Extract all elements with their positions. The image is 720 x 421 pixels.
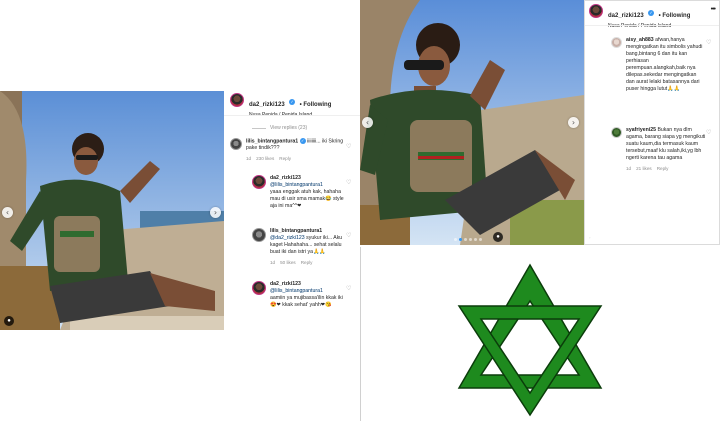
comment-username[interactable]: da2_rizki123: [270, 281, 301, 287]
comment-time: 1d: [246, 156, 252, 162]
right-photo-next-arrow[interactable]: ›: [568, 117, 579, 128]
comment-likes[interactable]: 21 likes: [636, 165, 652, 172]
comment-likes[interactable]: 230 likes: [256, 155, 274, 162]
comment-time: 1d: [270, 260, 276, 265]
right-photo-scene: [360, 0, 584, 245]
left-comment-1: lilis_bintangpantura1 ✓ iiiiiiii... iki …: [230, 138, 345, 162]
left-comment-4: da2_rizki123 @lilis_bintangpantura1 aami…: [252, 281, 346, 309]
right-comments-panel: da2_rizki123 ✓ • Following Nusa Penida /…: [584, 0, 720, 245]
verified-badge-icon: ✓: [648, 9, 655, 16]
left-view-replies[interactable]: View replies (23): [252, 125, 307, 131]
verified-badge-icon: ✓: [299, 138, 306, 144]
commenter-avatar[interactable]: [252, 175, 266, 189]
like-heart-icon[interactable]: ♡: [346, 285, 351, 292]
comment-reply-button[interactable]: Reply: [301, 259, 313, 266]
comment-reply-button[interactable]: Reply: [657, 165, 669, 172]
right-post-avatar[interactable]: [589, 4, 603, 18]
right-post-location[interactable]: Nusa Penida / Penida Island: [608, 23, 690, 29]
comment-mention[interactable]: @lilis_bintangpantura1: [270, 288, 323, 294]
comment-username[interactable]: lilis_bintangpantura1: [270, 228, 322, 234]
commenter-avatar[interactable]: [611, 37, 622, 48]
verified-badge-icon: ✓: [289, 98, 296, 105]
comment-time: 1d: [626, 166, 632, 171]
like-heart-icon[interactable]: ♡: [346, 143, 351, 150]
right-post-photo: ‹ › ●: [360, 0, 584, 245]
comment-likes[interactable]: 50 likes: [280, 259, 296, 266]
comment-mention[interactable]: @da2_rizki123: [270, 235, 305, 241]
right-post-username[interactable]: da2_rizki123: [608, 13, 644, 19]
comment-username[interactable]: lilis_bintangpantura1: [246, 138, 298, 144]
left-comment-3: lilis_bintangpantura1 @da2_rizki123 syuk…: [252, 228, 346, 266]
left-photo-scene: [0, 91, 224, 330]
comment-username[interactable]: syafriyeni25: [626, 127, 656, 133]
right-following-label[interactable]: • Following: [659, 13, 691, 19]
like-heart-icon[interactable]: ♡: [706, 129, 711, 136]
star-of-david-icon: [457, 263, 603, 417]
left-comment-2: da2_rizki123 @lilis_bintangpantura1 yaaa…: [252, 175, 346, 210]
left-header-divider: [224, 115, 360, 116]
comment-text: afwan,hanya mengingatkan itu simbolis ya…: [626, 37, 703, 92]
comment-text: aamiin ya mujibassa'ilin kkak iki😍❤ kkak…: [270, 295, 343, 308]
right-header-divider: [585, 25, 719, 26]
comment-mention[interactable]: @lilis_bintangpantura1: [270, 182, 323, 188]
carousel-dots: [454, 238, 482, 241]
tag-people-icon[interactable]: ●: [493, 232, 503, 242]
left-post-avatar[interactable]: [230, 93, 244, 107]
comment-username[interactable]: da2_rizki123: [270, 175, 301, 181]
commenter-avatar[interactable]: [252, 228, 266, 242]
right-comment-1: aisy_ah883 afwan,hanya mengingatkan itu …: [611, 37, 706, 93]
commenter-avatar[interactable]: [611, 127, 622, 138]
left-post-username[interactable]: da2_rizki123: [249, 102, 285, 108]
more-options-icon[interactable]: •••: [711, 6, 716, 13]
tag-people-icon[interactable]: ●: [4, 316, 14, 326]
left-comments-panel: da2_rizki123 ✓ • Following Nusa Penida /…: [224, 91, 360, 330]
right-comment-2: syafriyeni25 Bukan nya dlm agama, barang…: [611, 127, 706, 172]
comment-username[interactable]: aisy_ah883: [626, 37, 654, 43]
view-replies-label[interactable]: View replies (23): [270, 125, 307, 131]
left-following-label[interactable]: • Following: [300, 102, 332, 108]
left-post-photo: ‹ › ●: [0, 91, 224, 330]
panel-footer-mark: ◦: [589, 235, 591, 240]
right-photo-prev-arrow[interactable]: ‹: [362, 117, 373, 128]
commenter-avatar[interactable]: [230, 138, 242, 150]
commenter-avatar[interactable]: [252, 281, 266, 295]
comment-reply-button[interactable]: Reply: [279, 155, 291, 162]
comment-text: yaaa enggak atuh kak, hahaha mau di usir…: [270, 189, 344, 209]
star-of-david-panel: [360, 247, 720, 421]
hexagram-shape: [457, 263, 603, 417]
like-heart-icon[interactable]: ♡: [346, 179, 351, 186]
view-replies-line: [252, 127, 266, 129]
left-photo-next-arrow[interactable]: ›: [210, 207, 221, 218]
left-photo-prev-arrow[interactable]: ‹: [2, 207, 13, 218]
like-heart-icon[interactable]: ♡: [346, 232, 351, 239]
like-heart-icon[interactable]: ♡: [706, 39, 711, 46]
